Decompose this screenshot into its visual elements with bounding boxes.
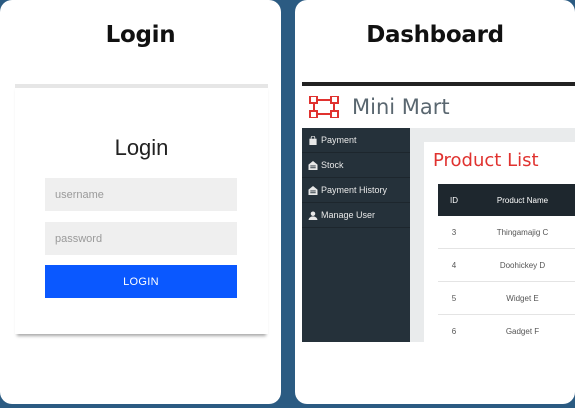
user-icon [308, 210, 318, 220]
table-row[interactable]: 5 Widget E [438, 281, 575, 315]
page-title: Product List [433, 150, 539, 171]
login-button[interactable]: LOGIN [45, 265, 237, 298]
cell-id: 5 [438, 281, 470, 315]
table-row[interactable]: 4 Doohickey D [438, 248, 575, 282]
warehouse-icon [308, 185, 318, 195]
network-nodes-icon [309, 96, 339, 118]
cell-product-name: Thingamajig C [470, 216, 575, 249]
sidebar-item-label: Manage User [321, 210, 376, 220]
app-header: Mini Mart [302, 86, 575, 128]
sidebar: Payment Stock Payment History Manage Use… [302, 128, 410, 342]
username-input[interactable] [45, 178, 237, 211]
card-title-login: Login [105, 22, 176, 48]
password-input[interactable] [45, 222, 237, 255]
app-title: Mini Mart [352, 95, 450, 119]
cell-product-name: Doohickey D [470, 248, 575, 282]
sidebar-item-payment-history[interactable]: Payment History [302, 178, 410, 203]
product-table: ID Product Name 3 Thingamajig C 4 Doohic… [438, 184, 575, 342]
bag-icon [309, 135, 317, 145]
card-title-dashboard: Dashboard [366, 22, 504, 48]
cell-id: 4 [438, 248, 470, 282]
dashboard-card: Dashboard Mini Mart Payment Stock Paymen… [295, 0, 575, 404]
cell-product-name: Gadget F [470, 314, 575, 342]
sidebar-item-label: Payment [321, 135, 357, 145]
dashboard-preview: Mini Mart Payment Stock Payment History … [302, 82, 575, 342]
login-heading: Login [114, 135, 169, 160]
table-row[interactable]: 6 Gadget F [438, 314, 575, 342]
sidebar-item-manage-user[interactable]: Manage User [302, 203, 410, 228]
sidebar-item-stock[interactable]: Stock [302, 153, 410, 178]
sidebar-item-label: Stock [321, 160, 344, 170]
product-panel: Product List ID Product Name 3 Thingamaj… [424, 142, 575, 342]
cell-product-name: Widget E [470, 281, 575, 315]
sidebar-item-payment[interactable]: Payment [302, 128, 410, 153]
warehouse-icon [308, 160, 318, 170]
sidebar-item-label: Payment History [321, 185, 388, 195]
login-card: Login Login LOGIN [0, 0, 281, 404]
column-header-product-name: Product Name [470, 184, 575, 216]
table-row[interactable]: 3 Thingamajig C [438, 216, 575, 249]
cell-id: 6 [438, 314, 470, 342]
cell-id: 3 [438, 216, 470, 249]
column-header-id: ID [438, 184, 470, 216]
table-header-row: ID Product Name [438, 184, 575, 216]
login-preview: Login LOGIN [15, 84, 268, 334]
main-content: Product List ID Product Name 3 Thingamaj… [410, 128, 575, 342]
